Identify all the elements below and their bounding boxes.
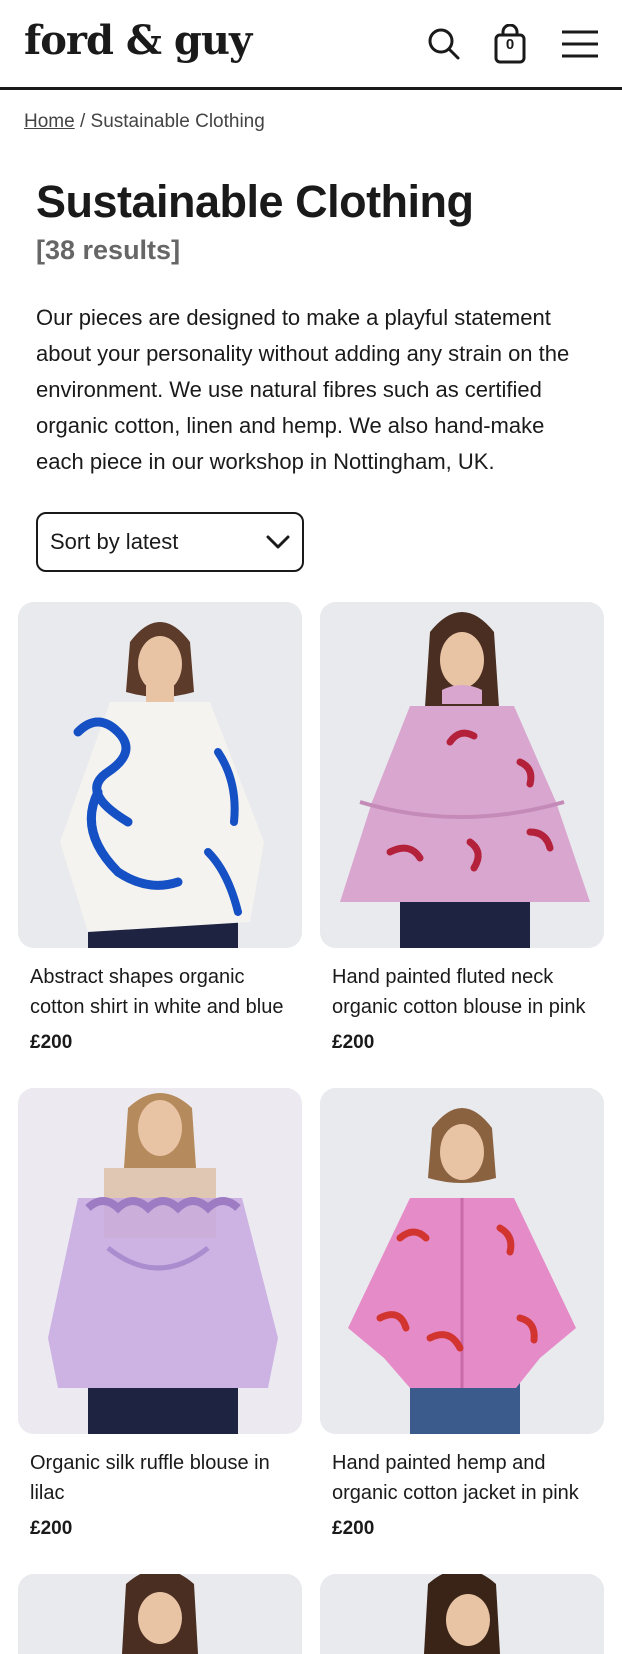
product-card[interactable]: Hand painted hemp and organic cotton jac…: [320, 1088, 604, 1540]
product-card[interactable]: Organic silk ruffle blouse in lilac £200: [18, 1088, 302, 1540]
breadcrumb: Home / Sustainable Clothing: [24, 108, 265, 136]
product-card[interactable]: Abstract shapes organic cotton shirt in …: [18, 602, 302, 1054]
breadcrumb-home-link[interactable]: Home: [24, 111, 75, 132]
product-title[interactable]: Hand painted hemp and organic cotton jac…: [332, 1448, 600, 1508]
page-title: Sustainable Clothing: [36, 176, 474, 227]
sort-selected-value: Sort by latest: [50, 529, 179, 554]
search-icon: [428, 28, 460, 60]
product-card[interactable]: Hand painted fluted neck organic cotton …: [320, 602, 604, 1054]
product-price: £200: [30, 1518, 73, 1539]
product-photo: [320, 1574, 604, 1654]
cart-button[interactable]: 0: [488, 22, 532, 66]
search-button[interactable]: [422, 22, 466, 66]
category-description: Our pieces are designed to make a playfu…: [36, 305, 570, 474]
product-image[interactable]: [320, 1088, 604, 1434]
product-photo: [18, 602, 302, 948]
product-image[interactable]: [18, 1088, 302, 1434]
site-logo[interactable]: ford & guy: [24, 14, 252, 68]
hamburger-menu-icon: [562, 30, 598, 58]
product-title[interactable]: Organic silk ruffle blouse in lilac: [30, 1448, 298, 1508]
menu-button[interactable]: [556, 22, 604, 66]
product-title[interactable]: Hand painted fluted neck organic cotton …: [332, 962, 600, 1022]
product-image[interactable]: [320, 602, 604, 948]
site-header: ford & guy 0: [0, 0, 622, 90]
product-image[interactable]: [320, 1574, 604, 1654]
product-photo: [320, 602, 604, 948]
product-title[interactable]: Abstract shapes organic cotton shirt in …: [30, 962, 298, 1022]
product-price: £200: [332, 1032, 375, 1053]
product-photo: [18, 1088, 302, 1434]
results-count: [38 results]: [36, 235, 181, 265]
cart-count: 0: [505, 36, 515, 53]
product-photo: [320, 1088, 604, 1434]
product-image[interactable]: [18, 1574, 302, 1654]
breadcrumb-separator: /: [74, 111, 91, 132]
sort-dropdown[interactable]: Sort by latest: [36, 512, 304, 572]
product-image[interactable]: [18, 602, 302, 948]
breadcrumb-current: Sustainable Clothing: [90, 111, 265, 132]
product-price: £200: [30, 1032, 73, 1053]
product-price: £200: [332, 1518, 375, 1539]
chevron-down-icon: [266, 535, 290, 549]
product-photo: [18, 1574, 302, 1654]
